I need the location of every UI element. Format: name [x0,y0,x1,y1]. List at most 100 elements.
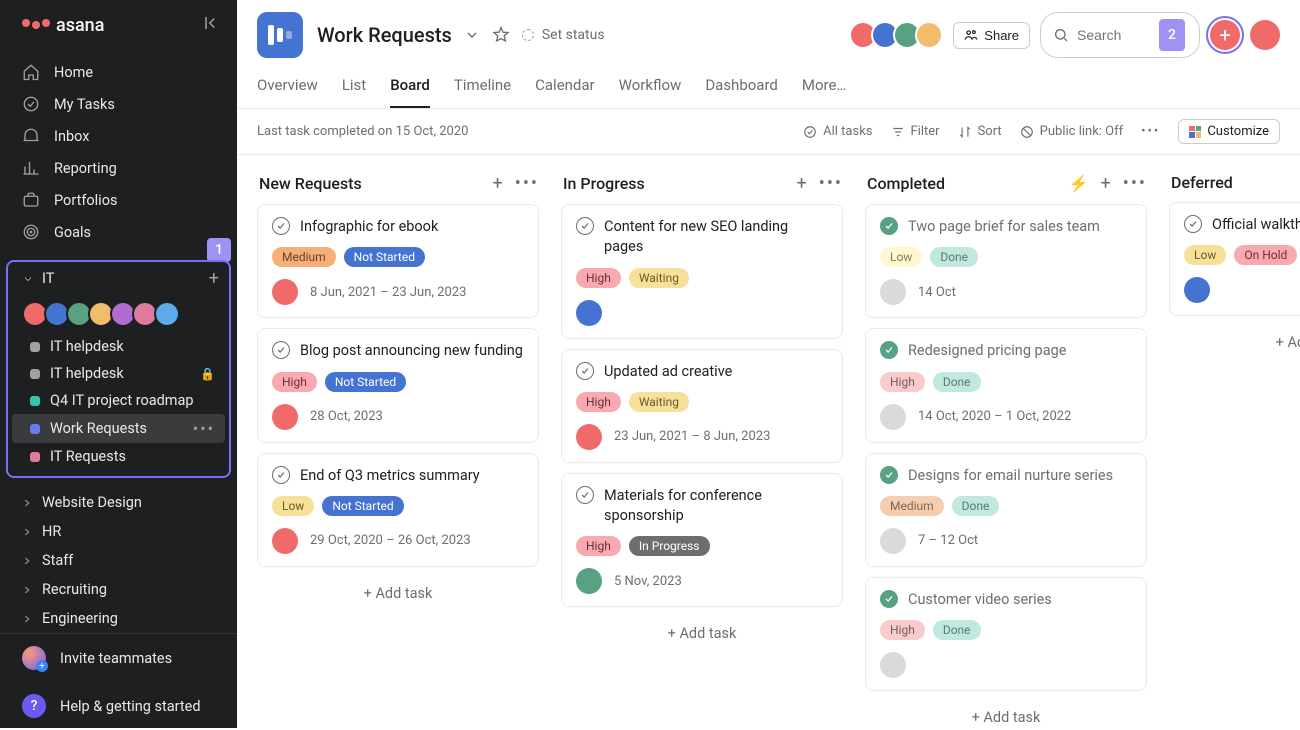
sidebar-project-item[interactable]: Q4 IT project roadmap [12,387,225,414]
column-body[interactable]: Infographic for ebookMediumNot Started8 … [257,204,541,630]
add-card-icon[interactable]: + [1101,173,1111,194]
complete-task-icon[interactable] [576,362,594,380]
add-project-icon[interactable]: + [209,268,219,289]
search-input-wrapper[interactable]: 2 [1040,12,1200,58]
tab-overview[interactable]: Overview [257,68,318,108]
public-link-button[interactable]: Public link: Off [1020,124,1123,139]
assignee-avatar[interactable] [880,528,906,554]
sidebar-team-item[interactable]: Staff [0,546,237,575]
help-getting-started[interactable]: ? Help & getting started [0,682,237,730]
nav-inbox[interactable]: Inbox [0,120,237,152]
assignee-avatar[interactable] [272,528,298,554]
sidebar-team-item[interactable]: Recruiting [0,575,237,604]
tab-calendar[interactable]: Calendar [535,68,595,108]
complete-task-icon[interactable] [880,590,898,608]
complete-task-icon[interactable] [880,217,898,235]
add-card-icon[interactable]: + [493,173,503,194]
automation-bolt-icon[interactable]: ⚡ [1069,174,1089,193]
assignee-avatar[interactable] [272,404,298,430]
column-body[interactable]: Official walkthrough candidatesLowOn Hol… [1169,202,1300,379]
complete-task-icon[interactable] [880,341,898,359]
assignee-avatar[interactable] [880,404,906,430]
team-section-header[interactable]: IT + [8,262,229,295]
asana-logo[interactable]: asana [22,15,104,36]
filter-button[interactable]: Filter [891,124,940,139]
sidebar-team-item[interactable]: HR [0,517,237,546]
sort-button[interactable]: Sort [958,124,1002,139]
assignee-avatar[interactable] [272,279,298,305]
task-card[interactable]: Content for new SEO landing pagesHighWai… [561,204,843,339]
sidebar-project-item[interactable]: IT helpdesk 🔒 [12,360,225,387]
complete-task-icon[interactable] [272,466,290,484]
assignee-avatar[interactable] [576,424,602,450]
tag: High [880,372,925,392]
tab-board[interactable]: Board [390,68,430,108]
column-more-icon[interactable]: ••• [819,173,843,194]
column-body[interactable]: Two page brief for sales teamLowDone14 O… [865,204,1149,728]
tab-timeline[interactable]: Timeline [454,68,511,108]
complete-task-icon[interactable] [1184,215,1202,233]
task-card[interactable]: Customer video seriesHighDone [865,577,1147,691]
sidebar-team-item[interactable]: Website Design [0,488,237,517]
assignee-avatar[interactable] [576,568,602,594]
column-more-icon[interactable]: ••• [515,173,539,194]
assignee-avatar[interactable] [880,652,906,678]
assignee-avatar[interactable] [1184,277,1210,303]
star-icon[interactable] [492,26,510,44]
tab-workflow[interactable]: Workflow [619,68,682,108]
add-task-button[interactable]: Add task [257,577,539,610]
sidebar-project-item[interactable]: IT Requests [12,443,225,470]
search-input[interactable] [1077,27,1151,43]
team-avatars[interactable] [8,295,229,333]
task-card[interactable]: Redesigned pricing pageHighDone14 Oct, 2… [865,328,1147,442]
task-card[interactable]: Two page brief for sales teamLowDone14 O… [865,204,1147,318]
share-button[interactable]: Share [953,22,1030,49]
face-pile[interactable] [849,21,943,49]
project-more-icon[interactable]: ••• [193,419,215,438]
complete-task-icon[interactable] [880,466,898,484]
task-card[interactable]: Designs for email nurture seriesMediumDo… [865,453,1147,567]
add-task-button[interactable]: Add task [865,701,1147,728]
nav-home[interactable]: Home [0,56,237,88]
user-avatar[interactable] [1250,20,1280,50]
complete-task-icon[interactable] [272,341,290,359]
tab-more[interactable]: More… [802,68,847,108]
task-card[interactable]: Blog post announcing new fundingHighNot … [257,328,539,442]
complete-task-icon[interactable] [576,486,594,504]
add-card-icon[interactable]: + [797,173,807,194]
tab-dashboard[interactable]: Dashboard [705,68,778,108]
task-card[interactable]: Materials for conference sponsorshipHigh… [561,473,843,608]
add-task-button[interactable]: Add task [1169,326,1300,359]
board[interactable]: New Requests+•••Infographic for ebookMed… [237,155,1300,728]
chevron-down-icon[interactable] [464,27,480,43]
member-avatar[interactable] [915,21,943,49]
add-task-button[interactable]: Add task [561,617,843,650]
more-actions-icon[interactable]: ••• [1141,124,1160,139]
tab-list[interactable]: List [342,68,366,108]
task-card[interactable]: Official walkthrough candidatesLowOn Hol… [1169,202,1300,316]
invite-teammates[interactable]: Invite teammates [0,633,237,682]
all-tasks-filter[interactable]: All tasks [803,124,872,139]
assignee-avatar[interactable] [576,300,602,326]
global-add-button[interactable]: + [1210,20,1240,50]
column-more-icon[interactable]: ••• [1123,173,1147,194]
nav-my-tasks[interactable]: My Tasks [0,88,237,120]
task-card[interactable]: Updated ad creativeHighWaiting23 Jun, 20… [561,349,843,463]
task-card[interactable]: Infographic for ebookMediumNot Started8 … [257,204,539,318]
project-dot-icon [30,396,40,406]
complete-task-icon[interactable] [272,217,290,235]
customize-button[interactable]: Customize [1178,119,1280,144]
assignee-avatar[interactable] [880,279,906,305]
team-member-avatar[interactable] [154,301,180,327]
complete-task-icon[interactable] [576,217,594,235]
set-status-button[interactable]: Set status [522,27,605,43]
sidebar-project-item[interactable]: IT helpdesk [12,333,225,360]
task-card[interactable]: End of Q3 metrics summaryLowNot Started2… [257,453,539,567]
nav-portfolios[interactable]: Portfolios [0,184,237,216]
nav-reporting[interactable]: Reporting [0,152,237,184]
collapse-sidebar-icon[interactable] [203,14,221,36]
sidebar-project-item[interactable]: Work Requests ••• [12,414,225,443]
sidebar-team-item[interactable]: Engineering [0,604,237,633]
column-body[interactable]: Content for new SEO landing pagesHighWai… [561,204,845,670]
nav-goals[interactable]: Goals [0,216,237,248]
